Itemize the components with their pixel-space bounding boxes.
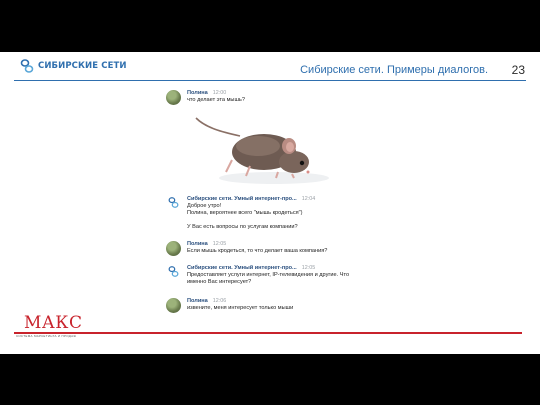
message-text: Если мышь кродеться, то что делает ваша … xyxy=(187,248,328,255)
sender-name[interactable]: Полина xyxy=(187,241,208,247)
chain-link-icon xyxy=(20,59,34,73)
page-number: 23 xyxy=(511,63,525,77)
mouse-image xyxy=(195,117,329,184)
maks-logo: МАКС СИСТЕМА МАРКЕТИНГА И ПРОДАЖ xyxy=(16,313,84,344)
chat-message: Полина 12:00 что делает эта мышь? xyxy=(166,90,245,105)
user-avatar[interactable] xyxy=(166,298,181,313)
user-avatar[interactable] xyxy=(166,241,181,256)
chat-message: Полина 12:05 Если мышь кродеться, то что … xyxy=(166,241,327,256)
sender-name[interactable]: Полина xyxy=(187,90,208,96)
sibirskie-seti-logo: СИБИРСКИЕ СЕТИ xyxy=(20,58,127,74)
slide: СИБИРСКИЕ СЕТИ Сибирские сети. Примеры д… xyxy=(0,52,540,354)
message-time: 12:00 xyxy=(212,90,227,96)
message-time: 12:06 xyxy=(212,298,227,304)
chat-message: Сибирские сети. Умный интернет-про... 12:… xyxy=(166,196,315,231)
maks-logo-text: МАКС xyxy=(24,313,83,333)
slide-title: Сибирские сети. Примеры диалогов. xyxy=(300,64,488,76)
sender-name[interactable]: Полина xyxy=(187,298,208,304)
logo-text: СИБИРСКИЕ СЕТИ xyxy=(38,61,127,71)
maks-logo-subtitle: СИСТЕМА МАРКЕТИНГА И ПРОДАЖ xyxy=(16,334,77,338)
company-avatar[interactable] xyxy=(166,265,181,280)
message-text: Полина, вероятнее всего "мышь кродеться"… xyxy=(187,210,303,217)
message-time: 12:04 xyxy=(301,196,316,202)
chain-link-icon xyxy=(168,266,179,277)
chat-message: Сибирские сети. Умный интернет-про... 12:… xyxy=(166,265,367,287)
message-text: Доброе утро! xyxy=(187,203,222,210)
message-text: извените, меня интересует только мыши xyxy=(187,305,294,312)
sender-name[interactable]: Сибирские сети. Умный интернет-про... xyxy=(187,265,297,271)
message-text: У Вас есть вопросы по услугам компании? xyxy=(187,223,298,230)
footer-divider xyxy=(14,332,522,334)
message-time: 12:05 xyxy=(212,241,227,247)
user-avatar[interactable] xyxy=(166,90,181,105)
header-divider xyxy=(14,80,526,81)
message-time: 12:05 xyxy=(301,265,316,271)
sender-name[interactable]: Сибирские сети. Умный интернет-про... xyxy=(187,196,297,202)
message-text: что делает эта мышь? xyxy=(187,97,245,104)
chain-link-icon xyxy=(168,197,179,208)
chat-message: Полина 12:06 извените, меня интересует то… xyxy=(166,298,293,313)
company-avatar[interactable] xyxy=(166,196,181,211)
message-text: Предоставляет услуги интернет, IP-телеви… xyxy=(187,272,350,286)
